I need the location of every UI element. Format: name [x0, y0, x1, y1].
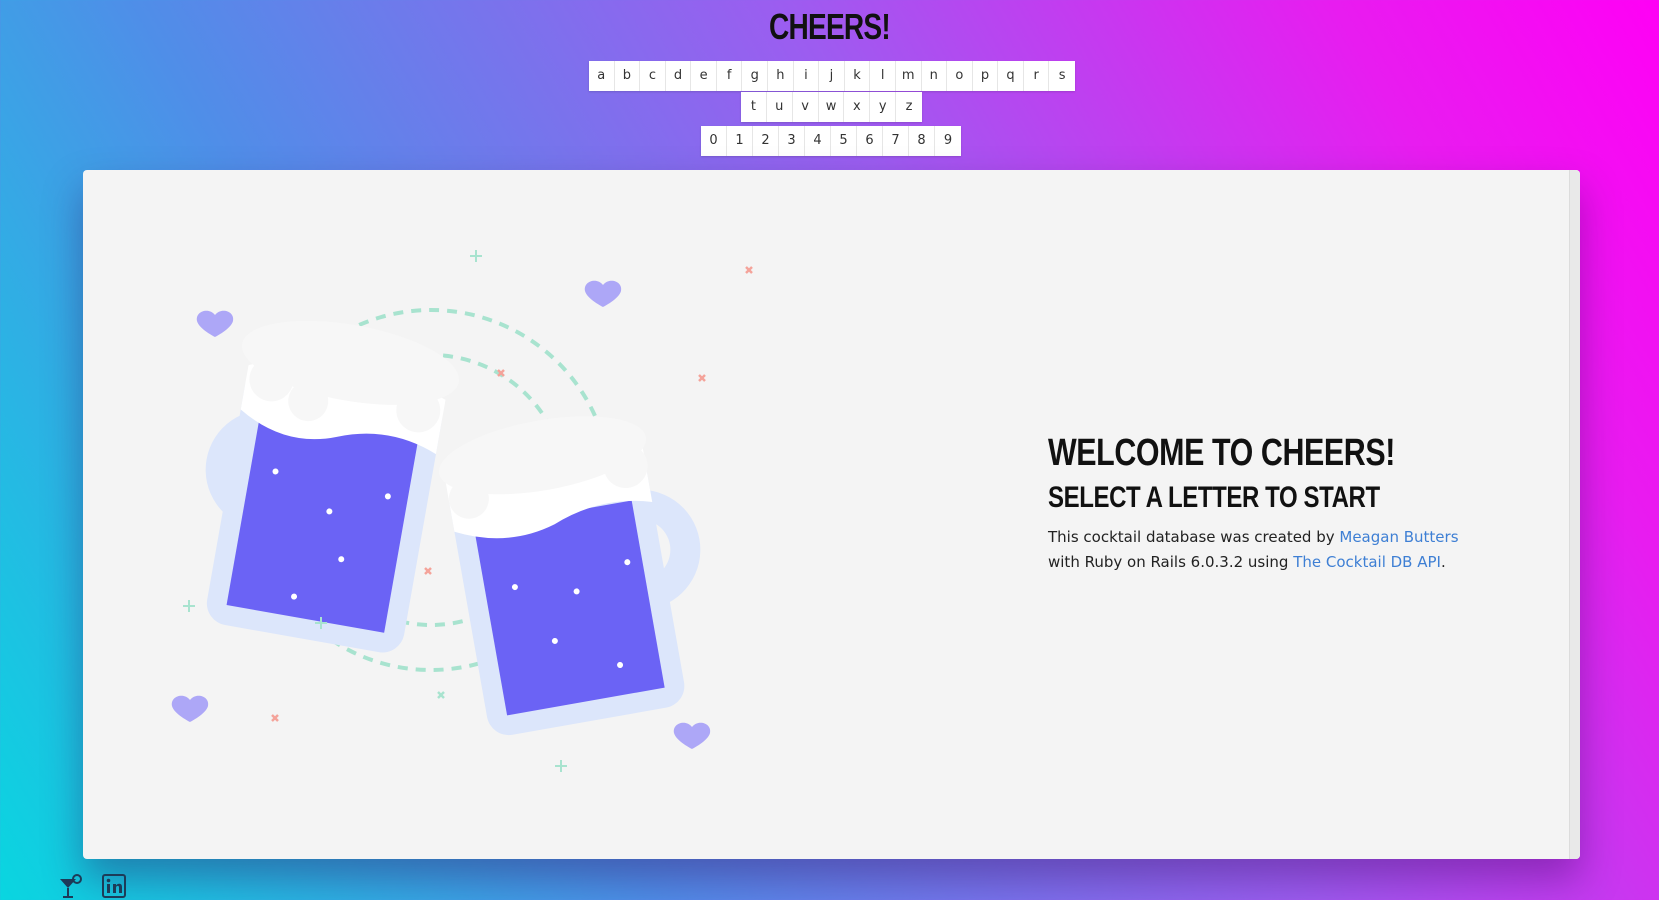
- description-text-2: with Ruby on Rails 6.0.3.2 using: [1048, 553, 1294, 571]
- letter-link-z[interactable]: z: [896, 92, 922, 122]
- footer-icons: [58, 874, 128, 900]
- letter-link-1[interactable]: 1: [727, 126, 753, 156]
- letter-nav-row-1: abcdefghijklmnopqrs: [589, 61, 1075, 91]
- cocktail-icon[interactable]: [58, 874, 84, 900]
- description-text-3: .: [1440, 553, 1446, 571]
- letter-link-b[interactable]: b: [615, 61, 641, 91]
- letter-link-k[interactable]: k: [845, 61, 871, 91]
- letter-link-2[interactable]: 2: [753, 126, 779, 156]
- letter-link-x[interactable]: x: [844, 92, 871, 122]
- letter-link-q[interactable]: q: [998, 61, 1024, 91]
- letter-link-n[interactable]: n: [922, 61, 948, 91]
- letter-nav-row-2: tuvwxyz: [741, 92, 922, 122]
- letter-link-g[interactable]: g: [742, 61, 769, 91]
- number-nav-row: 0123456789: [701, 126, 961, 156]
- letter-link-6[interactable]: 6: [857, 126, 883, 156]
- letter-link-t[interactable]: t: [741, 92, 767, 122]
- letter-link-s[interactable]: s: [1049, 61, 1075, 91]
- letter-link-a[interactable]: a: [589, 61, 615, 91]
- author-link[interactable]: Meagan Butters: [1339, 528, 1458, 546]
- letter-link-f[interactable]: f: [717, 61, 743, 91]
- letter-link-5[interactable]: 5: [831, 126, 857, 156]
- letter-link-j[interactable]: j: [819, 61, 845, 91]
- welcome-section: WELCOME TO CHEERS! SELECT A LETTER TO ST…: [1048, 432, 1528, 575]
- letter-link-7[interactable]: 7: [883, 126, 909, 156]
- linkedin-icon[interactable]: [102, 874, 128, 900]
- api-link[interactable]: The Cocktail DB API: [1293, 553, 1441, 571]
- letter-link-i[interactable]: i: [794, 61, 820, 91]
- letter-link-y[interactable]: y: [870, 92, 897, 122]
- letter-link-p[interactable]: p: [973, 61, 999, 91]
- letter-link-w[interactable]: w: [819, 92, 845, 122]
- letter-link-o[interactable]: o: [947, 61, 973, 91]
- letter-link-4[interactable]: 4: [805, 126, 831, 156]
- letter-link-m[interactable]: m: [896, 61, 922, 91]
- letter-link-r[interactable]: r: [1024, 61, 1050, 91]
- letter-link-3[interactable]: 3: [779, 126, 805, 156]
- letter-link-u[interactable]: u: [767, 92, 793, 122]
- description-text-1: This cocktail database was created by: [1048, 528, 1340, 546]
- letter-link-9[interactable]: 9: [935, 126, 961, 156]
- welcome-description: This cocktail database was created by Me…: [1048, 525, 1528, 575]
- main-card: WELCOME TO CHEERS! SELECT A LETTER TO ST…: [83, 170, 1580, 859]
- welcome-subheading: SELECT A LETTER TO START: [1048, 481, 1380, 514]
- letter-link-0[interactable]: 0: [701, 126, 727, 156]
- cheers-mugs-illustration: [171, 250, 753, 772]
- letter-link-8[interactable]: 8: [909, 126, 935, 156]
- letter-link-v[interactable]: v: [793, 92, 819, 122]
- card-scrollbar[interactable]: [1569, 170, 1580, 859]
- site-title[interactable]: CHEERS!: [182, 6, 1476, 48]
- letter-link-e[interactable]: e: [691, 61, 717, 91]
- letter-link-c[interactable]: c: [640, 61, 666, 91]
- letter-link-l[interactable]: l: [870, 61, 896, 91]
- letter-link-d[interactable]: d: [666, 61, 692, 91]
- letter-link-h[interactable]: h: [768, 61, 794, 91]
- welcome-heading: WELCOME TO CHEERS!: [1048, 432, 1395, 474]
